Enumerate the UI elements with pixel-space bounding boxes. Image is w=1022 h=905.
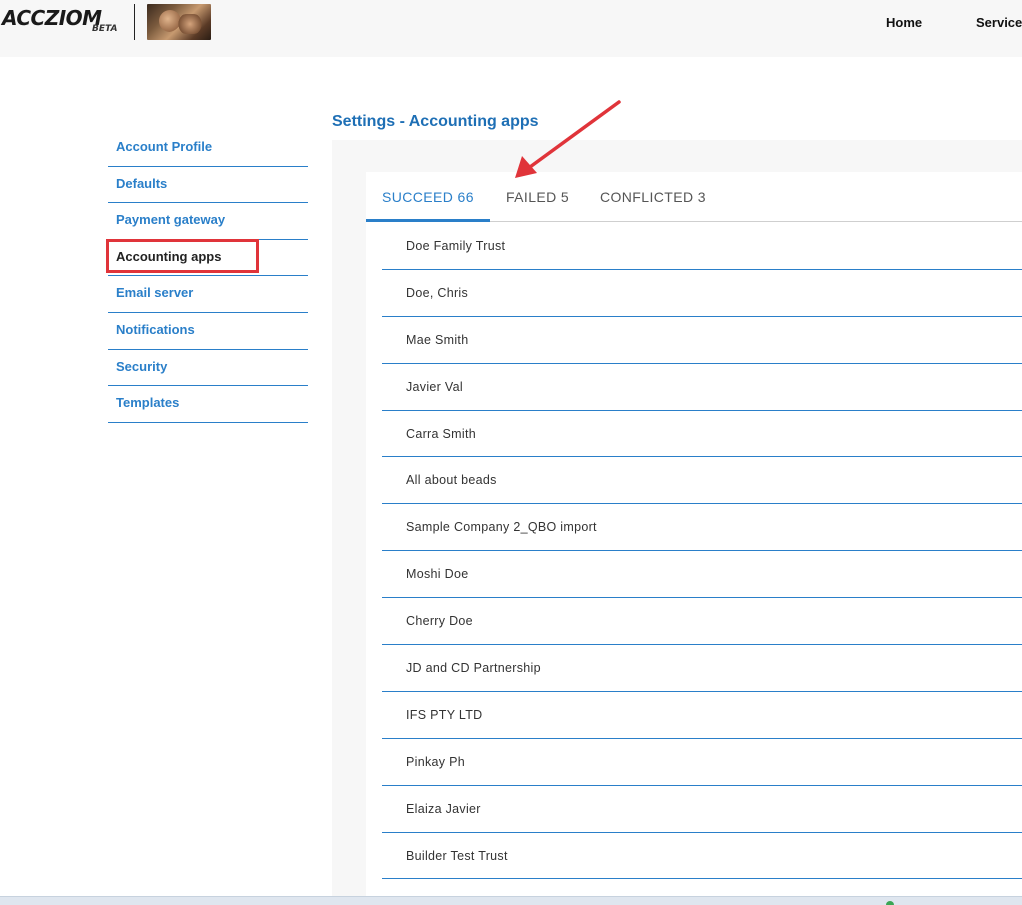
list-item[interactable]: Cherry Doe <box>382 598 1022 646</box>
organisation-list: Doe Family Trust Doe, Chris Mae Smith Ja… <box>382 223 1022 880</box>
list-item[interactable]: Moshi Doe <box>382 551 1022 599</box>
sidebar-item-defaults[interactable]: Defaults <box>108 167 308 204</box>
list-item[interactable]: Doe Family Trust <box>382 223 1022 270</box>
sidebar-item-account-profile[interactable]: Account Profile <box>108 130 308 167</box>
nav-home-link[interactable]: Home <box>886 15 922 30</box>
taskbar-indicator-icon <box>886 901 894 905</box>
active-tab-indicator <box>366 219 490 222</box>
tab-succeed[interactable]: SUCCEED 66 <box>382 189 474 205</box>
logo-divider <box>134 4 135 40</box>
list-item[interactable]: Doe, Chris <box>382 270 1022 317</box>
user-avatar[interactable] <box>147 4 211 40</box>
sidebar-item-email-server[interactable]: Email server <box>108 276 308 313</box>
list-item[interactable]: All about beads <box>382 457 1022 505</box>
list-item[interactable]: Pinkay Ph <box>382 739 1022 786</box>
taskbar-edge <box>0 896 1022 905</box>
list-item[interactable]: Mae Smith <box>382 317 1022 364</box>
annotation-highlight-box <box>106 239 259 273</box>
settings-sidebar: Account Profile Defaults Payment gateway… <box>108 130 308 423</box>
list-item[interactable]: IFS PTY LTD <box>382 692 1022 739</box>
list-item[interactable]: Javier Val <box>382 364 1022 411</box>
logo-text: ACCZIOM <box>2 6 102 30</box>
list-item[interactable]: Sample Company 2_QBO import <box>382 504 1022 552</box>
tab-failed[interactable]: FAILED 5 <box>506 189 569 205</box>
list-item[interactable]: JD and CD Partnership <box>382 645 1022 692</box>
list-item[interactable]: Elaiza Javier <box>382 786 1022 833</box>
nav-services-link[interactable]: Services <box>976 15 1022 30</box>
logo-beta-badge: BETA <box>92 24 118 34</box>
list-item[interactable]: Builder Test Trust <box>382 833 1022 880</box>
tab-conflicted[interactable]: CONFLICTED 3 <box>600 189 706 205</box>
sidebar-item-payment-gateway[interactable]: Payment gateway <box>108 203 308 240</box>
top-navigation-bar: ACCZIOM BETA Home Services <box>0 0 1022 57</box>
sync-status-tabs: SUCCEED 66 FAILED 5 CONFLICTED 3 <box>366 172 1022 222</box>
sidebar-item-templates[interactable]: Templates <box>108 386 308 423</box>
page-title: Settings - Accounting apps <box>332 113 539 130</box>
list-item[interactable]: Carra Smith <box>382 411 1022 458</box>
acczioom-logo[interactable]: ACCZIOM BETA <box>2 6 124 38</box>
sidebar-item-security[interactable]: Security <box>108 350 308 387</box>
sidebar-item-notifications[interactable]: Notifications <box>108 313 308 350</box>
